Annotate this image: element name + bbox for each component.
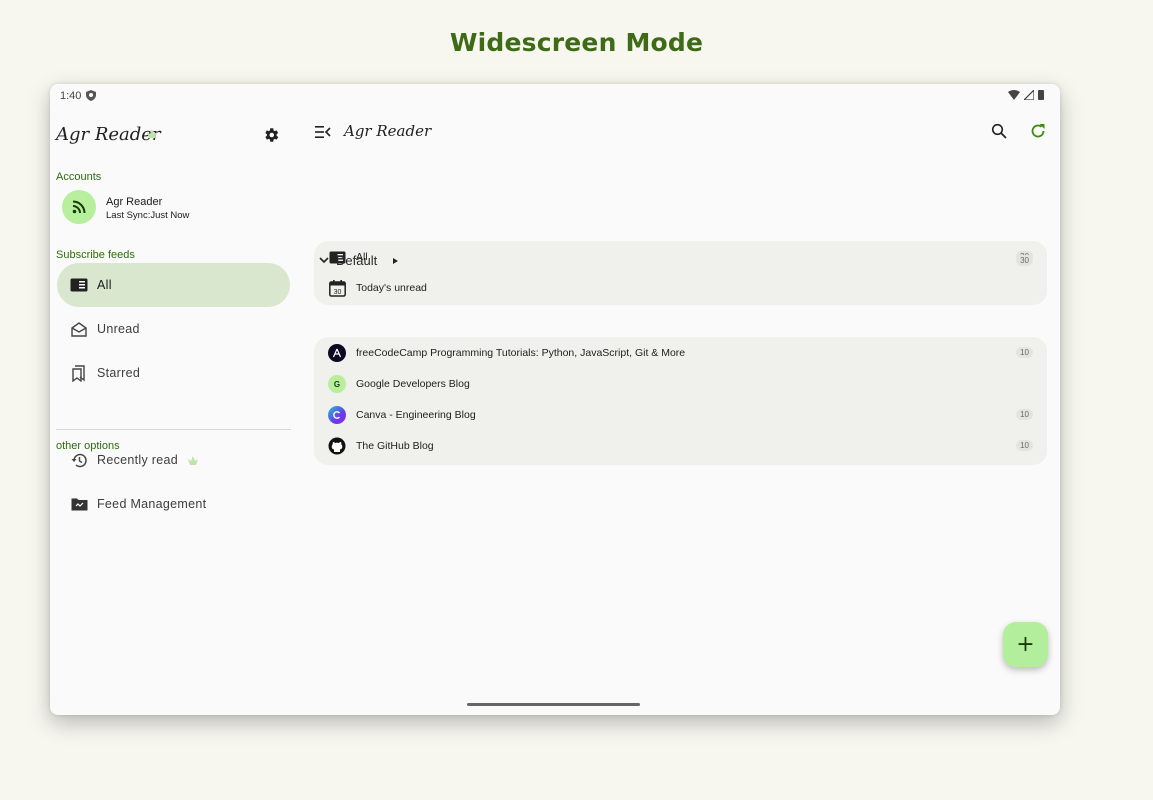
count-badge: 10 bbox=[1016, 347, 1033, 358]
sidebar-item-label: Unread bbox=[97, 322, 140, 336]
calendar-icon: 30 bbox=[328, 279, 346, 297]
sidebar-item-unread[interactable]: Unread bbox=[57, 307, 290, 351]
battery-icon bbox=[1038, 90, 1044, 100]
page-heading: Widescreen Mode bbox=[449, 28, 704, 57]
sidebar-item-label: Starred bbox=[97, 366, 141, 380]
accounts-label: Accounts bbox=[56, 171, 102, 183]
account-sync-status: Last Sync:Just Now bbox=[106, 210, 190, 221]
list-item-label: Today's unread bbox=[356, 282, 427, 294]
freecodecamp-icon bbox=[328, 344, 346, 362]
calendar-day: 30 bbox=[333, 289, 341, 296]
app-title: Agr Reader bbox=[56, 124, 161, 145]
search-icon[interactable] bbox=[991, 123, 1007, 139]
add-feed-button[interactable]: + bbox=[1003, 622, 1048, 667]
feed-item-label: Canva - Engineering Blog bbox=[356, 409, 476, 421]
sidebar-item-label: Recently read bbox=[97, 453, 179, 467]
account-name: Agr Reader bbox=[106, 196, 163, 208]
github-icon bbox=[328, 437, 346, 455]
menu-collapse-icon[interactable] bbox=[315, 125, 331, 139]
count-badge: 10 bbox=[1016, 440, 1033, 451]
signal-icon bbox=[1024, 90, 1034, 100]
shield-icon bbox=[86, 90, 96, 101]
avatar bbox=[62, 190, 96, 224]
status-time: 1:40 bbox=[60, 90, 82, 102]
sidebar-item-starred[interactable]: Starred bbox=[57, 351, 290, 395]
feed-item-label: freeCodeCamp Programming Tutorials: Pyth… bbox=[356, 347, 686, 359]
refresh-icon[interactable] bbox=[1030, 123, 1046, 139]
caret-right-icon[interactable] bbox=[393, 258, 398, 264]
gear-icon[interactable] bbox=[262, 126, 280, 144]
count-badge: 30 bbox=[1016, 255, 1033, 266]
feed-item-canva[interactable]: Canva - Engineering Blog 10 bbox=[314, 400, 1047, 431]
feed-item-github[interactable]: The GitHub Blog 10 bbox=[314, 431, 1047, 462]
subscribe-feeds-label: Subscribe feeds bbox=[56, 249, 135, 261]
account-item[interactable]: Agr Reader Last Sync:Just Now bbox=[62, 190, 292, 226]
feeds-card: freeCodeCamp Programming Tutorials: Pyth… bbox=[314, 337, 1047, 465]
history-icon bbox=[69, 450, 89, 470]
feed-item-google-developers[interactable]: G Google Developers Blog bbox=[314, 369, 1047, 400]
group-label: Default bbox=[336, 253, 378, 268]
home-indicator[interactable] bbox=[467, 703, 640, 706]
count-badge: 10 bbox=[1016, 409, 1033, 420]
sidebar-item-all[interactable]: All bbox=[57, 263, 290, 307]
wifi-icon bbox=[1008, 90, 1020, 100]
sidebar-item-label: Feed Management bbox=[97, 497, 207, 511]
canva-icon bbox=[328, 406, 346, 424]
folder-icon bbox=[69, 494, 89, 514]
device-frame: 1:40 Agr Reader Accounts Agr Reader Last… bbox=[50, 84, 1060, 715]
status-bar: 1:40 bbox=[50, 84, 1060, 108]
sidebar-item-feed-management[interactable]: Feed Management bbox=[57, 482, 290, 526]
sidebar-item-recently-read[interactable]: Recently read bbox=[57, 438, 290, 482]
feed-icon bbox=[69, 275, 89, 295]
divider bbox=[56, 429, 291, 430]
feed-item-label: The GitHub Blog bbox=[356, 440, 434, 452]
open-mail-icon bbox=[69, 319, 89, 339]
feed-item-label: Google Developers Blog bbox=[356, 378, 470, 390]
feed-item-freecodecamp[interactable]: freeCodeCamp Programming Tutorials: Pyth… bbox=[314, 338, 1047, 369]
main-title: Agr Reader bbox=[344, 122, 432, 140]
letter-g-icon: G bbox=[328, 375, 346, 393]
chevron-down-icon[interactable] bbox=[318, 254, 330, 266]
group-header-default[interactable]: Default 30 bbox=[314, 249, 1047, 273]
list-item-today-unread[interactable]: 30 Today's unread bbox=[314, 273, 1047, 304]
rss-icon bbox=[72, 200, 86, 214]
bookmark-icon bbox=[69, 363, 89, 383]
leaf-icon bbox=[147, 129, 157, 138]
sidebar-item-label: All bbox=[97, 278, 112, 292]
main-panel: Agr Reader All 30 30 Today's unread Defa… bbox=[313, 108, 1060, 708]
sidebar: Agr Reader Accounts Agr Reader Last Sync… bbox=[50, 108, 298, 708]
leaf-icon bbox=[188, 456, 198, 465]
